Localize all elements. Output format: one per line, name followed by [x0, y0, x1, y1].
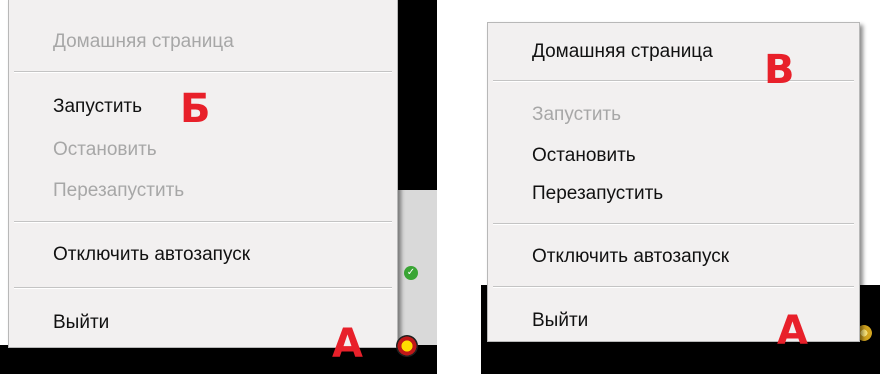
menu-separator — [493, 80, 854, 82]
menu-item-disable-autostart[interactable]: Отключить автозапуск — [9, 243, 397, 267]
menu-item-stop[interactable]: Остановить — [488, 144, 859, 168]
check-icon: ✓ — [404, 266, 418, 280]
annotation-label: А — [332, 321, 363, 367]
annotation-label: В — [764, 47, 795, 93]
menu-item-restart[interactable]: Перезапустить — [488, 182, 859, 206]
menu-separator — [14, 71, 392, 73]
context-menu: Домашняя страница Запустить Остановить П… — [8, 0, 398, 348]
menu-separator — [493, 286, 854, 288]
menu-separator — [14, 287, 392, 289]
menu-separator — [14, 221, 392, 223]
menu-separator — [493, 223, 854, 225]
taskbar — [0, 345, 437, 374]
menu-item-home[interactable]: Домашняя страница — [9, 30, 397, 54]
menu-item-disable-autostart[interactable]: Отключить автозапуск — [488, 245, 859, 269]
right-screenshot: Домашняя страница Запустить Остановить П… — [481, 0, 880, 374]
left-screenshot: ✓ Домашняя страница Запустить Остановить… — [0, 0, 437, 374]
annotation-label: Б — [180, 86, 211, 132]
context-menu: Домашняя страница Запустить Остановить П… — [487, 22, 860, 342]
annotation-label: А — [777, 308, 808, 354]
tray-app-icon[interactable] — [396, 335, 418, 357]
desktop-background — [395, 0, 437, 190]
menu-item-home[interactable]: Домашняя страница — [488, 40, 859, 64]
menu-item-restart[interactable]: Перезапустить — [9, 179, 397, 203]
menu-item-start[interactable]: Запустить — [488, 103, 859, 127]
menu-item-stop[interactable]: Остановить — [9, 138, 397, 162]
